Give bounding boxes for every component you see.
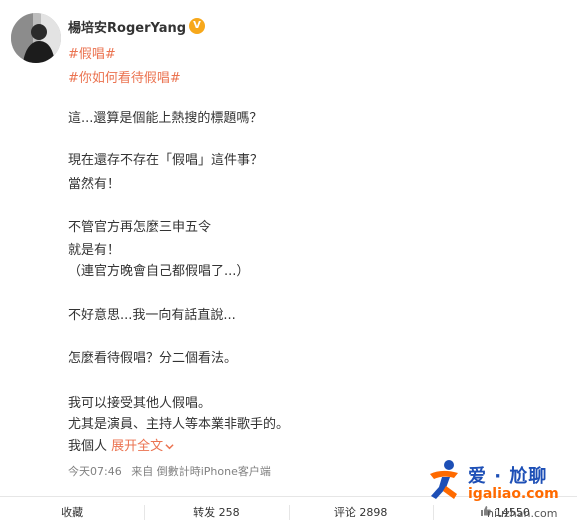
repost-label: 转发 258 [193,506,240,519]
comment-button[interactable]: 评论 2898 [288,497,433,528]
expand-full-text-label: 展开全文 [111,439,164,454]
post-text-line: 就是有！ [68,243,121,258]
post-text-line: 現在還存不存在「假唱」這件事？ [68,153,264,168]
post-text-last-line: 我個人 展开全文 [68,439,174,455]
post-text-line: 我個人 [68,439,108,454]
post-text-line: 尤其是演員、主持人等本業非歌手的。 [68,417,290,432]
chevron-down-icon [165,444,174,450]
favorite-button[interactable]: 收藏 [0,497,144,528]
post-text-line: 這...還算是個能上熱搜的標題嗎？ [68,111,263,126]
expand-full-text-link[interactable]: 展开全文 [111,439,174,454]
author-name[interactable]: 楊培安RogerYang [68,17,186,36]
repost-button[interactable]: 转发 258 [144,497,288,528]
post-text-line: 我可以接受其他人假唱。 [68,396,212,411]
post-text-line: 不管官方再怎麼三申五令 [68,220,212,235]
watermark-url-secondary: niuzhan.com [487,507,558,520]
source-link[interactable]: 倒數計時iPhone客户端 [157,465,271,478]
author-row: 楊培安RogerYang V [68,17,206,36]
watermark-url: igaliao.com [468,486,559,502]
comment-label: 评论 2898 [333,506,388,519]
hashtag-lip-sync[interactable]: #假唱# [68,43,116,62]
verified-badge-icon: V [189,18,206,34]
post-time[interactable]: 今天07:46 [68,465,122,478]
post-meta: 今天07:46 来自 倒數計時iPhone客户端 [68,463,271,479]
watermark-title: 爱 · 尬聊 [468,466,548,487]
hashtag-how-view-lip-sync[interactable]: #你如何看待假唱# [68,67,181,86]
post-text-line: 不好意思...我一向有話直說... [68,308,236,323]
post-text-line: 當然有！ [68,177,121,192]
favorite-label: 收藏 [61,506,84,519]
post-text-line: （連官方晚會自己都假唱了...） [68,264,250,279]
post-text-line: 怎麼看待假唱？分二個看法。 [68,351,238,366]
verified-badge-label: V [193,20,201,31]
watermark-logo-icon [430,460,458,499]
avatar[interactable] [11,13,61,63]
source-prefix: 来自 [131,465,154,478]
